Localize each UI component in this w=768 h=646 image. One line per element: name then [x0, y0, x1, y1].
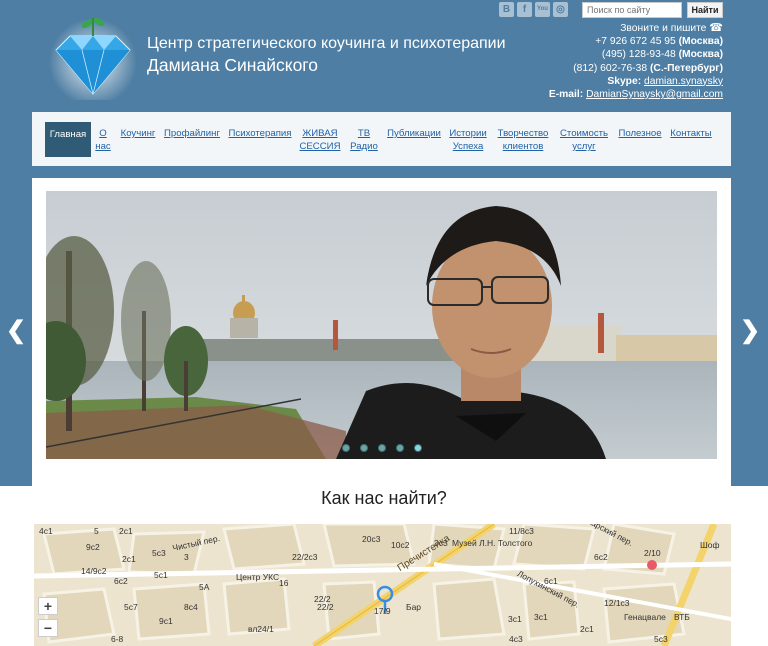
nav-label: СЕССИЯ [299, 141, 341, 152]
map-background [34, 524, 731, 646]
slider-dot-active[interactable] [414, 444, 422, 452]
map-zoom-out-button[interactable]: − [38, 619, 58, 637]
search-button[interactable]: Найти [687, 2, 723, 18]
brand[interactable]: Центр стратегического коучинга и психоте… [147, 34, 506, 76]
nav-label: Главная [49, 129, 87, 140]
nav-item-home[interactable]: Главная [45, 122, 91, 157]
nav-label: Полезное [618, 128, 662, 139]
phone-icon: ☎ [709, 22, 723, 34]
skype-link[interactable]: damian.synaysky [644, 76, 723, 87]
facebook-icon[interactable]: f [517, 2, 532, 17]
nav-item-psychotherapy[interactable]: Психотерапия [227, 127, 293, 140]
slider-next-arrow[interactable]: ❯ [740, 316, 760, 345]
call-text: Звоните и пишите [620, 23, 707, 34]
phone-1-city: (Москва) [678, 36, 723, 48]
nav-label: услуг [572, 141, 596, 152]
slider-prev-arrow[interactable]: ❮ [6, 316, 26, 345]
nav-item-coaching[interactable]: Коучинг [120, 127, 156, 140]
find-us-title: Как нас найти? [321, 488, 447, 508]
nav-item-tv-radio[interactable]: ТВ Радио [348, 127, 380, 153]
phone-1: +7 926 672 45 95 [595, 36, 676, 48]
nav-label: Стоимость [559, 128, 609, 139]
nav-label: Психотерапия [228, 128, 292, 139]
diamond-logo-icon[interactable] [48, 14, 138, 100]
contacts: Звоните и пишите ☎ +7 926 672 45 95 (Мос… [549, 22, 723, 101]
nav-label: Публикации [387, 128, 441, 139]
nav-label: Истории [449, 128, 487, 139]
nav-label: Радио [350, 141, 378, 152]
nav-item-client-creativity[interactable]: Творчество клиентов [497, 127, 549, 153]
social-links: B f You ◎ [499, 2, 568, 17]
slider-image [46, 191, 717, 459]
nav-label: Коучинг [120, 128, 156, 139]
nav-label: О [99, 128, 107, 139]
nav-label: Творчество [497, 128, 549, 139]
nav-label: Успеха [452, 141, 484, 152]
nav-item-about[interactable]: Онас [95, 127, 111, 153]
nav-item-contacts[interactable]: Контакты [669, 127, 713, 140]
slider-dot[interactable] [360, 444, 368, 452]
nav-label: нас [95, 141, 111, 152]
nav-label: ТВ [357, 128, 371, 139]
slider-dot[interactable] [342, 444, 350, 452]
map[interactable] [34, 524, 731, 646]
nav-label: Профайлинг [164, 128, 220, 139]
brand-line-2: Дамиана Синайского [147, 55, 319, 75]
skype-label: Skype: [607, 75, 642, 87]
nav-item-live-session[interactable]: ЖИВАЯ СЕССИЯ [299, 127, 341, 153]
email-link[interactable]: DamianSynaysky@gmail.com [586, 89, 723, 100]
search-input[interactable] [582, 2, 682, 18]
slider-dot[interactable] [378, 444, 386, 452]
instagram-icon[interactable]: ◎ [553, 2, 568, 17]
vk-icon[interactable]: B [499, 2, 514, 17]
nav-label: Контакты [670, 128, 712, 139]
phone-3: (812) 602-76-38 [573, 62, 648, 74]
nav-label: ЖИВАЯ [302, 128, 338, 139]
nav-item-publications[interactable]: Публикации [387, 127, 441, 140]
nav-item-success-stories[interactable]: Истории Успеха [448, 127, 488, 153]
slider-dots [342, 444, 422, 452]
youtube-icon[interactable]: You [535, 2, 550, 17]
nav-item-pricing[interactable]: Стоимость услуг [558, 127, 610, 153]
brand-line-1: Центр стратегического коучинга и психоте… [147, 35, 506, 52]
nav-label: клиентов [502, 141, 544, 152]
nav-item-profiling[interactable]: Профайлинг [163, 127, 221, 140]
phone-2-city: (Москва) [678, 49, 723, 61]
map-zoom-in-button[interactable]: + [38, 597, 58, 615]
phone-2: (495) 128-93-48 [601, 49, 676, 61]
main-nav: Главная Онас Коучинг Профайлинг Психотер… [32, 112, 731, 166]
nav-item-useful[interactable]: Полезное [617, 127, 663, 140]
phone-3-city: (С.-Петербург) [649, 62, 723, 74]
email-label: E-mail: [548, 89, 584, 101]
slider-dot[interactable] [396, 444, 404, 452]
